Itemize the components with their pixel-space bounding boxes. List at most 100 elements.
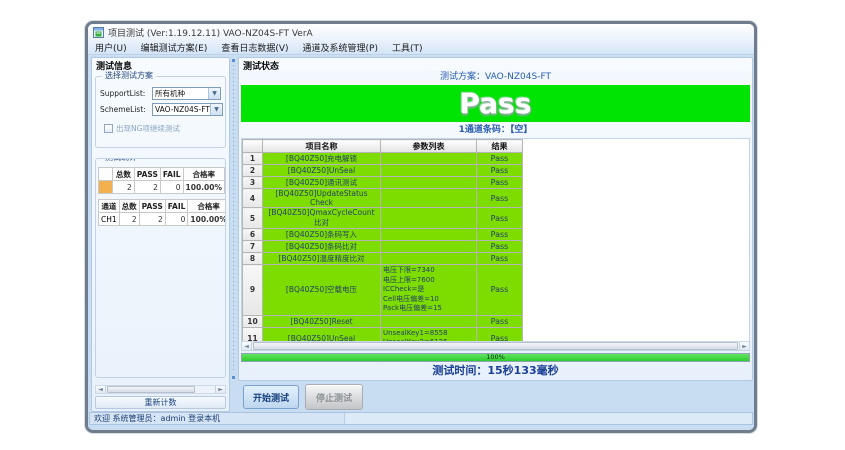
item-result: Pass — [477, 241, 523, 253]
stat-header: FAIL — [165, 200, 188, 213]
menu-channel-system[interactable]: 通道及系统管理(P) — [296, 41, 385, 54]
stat-total: 2 — [112, 181, 134, 194]
item-number: 4 — [243, 189, 263, 208]
stat-header — [99, 168, 113, 181]
item-number: 2 — [243, 165, 263, 177]
test-item-row[interactable]: 2 [BQ40Z50]UnSeal Pass — [243, 165, 523, 177]
item-params — [381, 189, 477, 208]
schemelist-select[interactable]: VAO-NZ04S-FT ▼ — [152, 103, 223, 116]
splitter-dots — [233, 65, 234, 373]
stat-total: 2 — [119, 213, 139, 226]
item-params — [381, 229, 477, 241]
item-name: [BQ40Z50]Reset — [263, 315, 381, 327]
stat-pass: 2 — [139, 213, 165, 226]
window-title: 项目测试 (Ver:1.19.12.11) VAO-NZ04S-FT VerA — [108, 26, 313, 39]
menu-edit-scheme[interactable]: 编辑测试方案(E) — [134, 41, 215, 54]
status-spacer — [345, 413, 752, 424]
test-item-row[interactable]: 6 [BQ40Z50]条码写入 Pass — [243, 229, 523, 241]
channel-stats-table: 通道 总数 PASS FAIL 合格率 温度 CH1 2 2 0 100.00% — [98, 199, 226, 226]
continue-on-ng-label: 出现NG项继续测试 — [116, 123, 180, 134]
stat-header: PASS — [134, 168, 160, 181]
panel-splitter[interactable] — [230, 57, 237, 381]
test-items-table: 项目名称 参数列表 结果 1 [BQ40Z50]充电解锁 Pass 2 [BQ4… — [242, 139, 523, 350]
item-result: Pass — [477, 265, 523, 316]
scroll-left-icon[interactable]: ◄ — [96, 386, 106, 393]
item-name: [BQ40Z50]条码比对 — [263, 241, 381, 253]
chevron-down-icon[interactable]: ▼ — [210, 104, 222, 115]
stat-fail: 0 — [160, 181, 183, 194]
menu-bar: 用户(U) 编辑测试方案(E) 查看日志数据(V) 通道及系统管理(P) 工具(… — [88, 41, 754, 55]
item-number: 6 — [243, 229, 263, 241]
supportlist-label: SupportList: — [100, 89, 152, 98]
menu-user[interactable]: 用户(U) — [88, 41, 134, 54]
scroll-thumb[interactable] — [253, 342, 738, 350]
item-name: [BQ40Z50]温度精度比对 — [263, 253, 381, 265]
item-name: [BQ40Z50]空载电压 — [263, 265, 381, 316]
items-header-name: 项目名称 — [263, 140, 381, 153]
test-item-row[interactable]: 5 [BQ40Z50]QmaxCycleCount比对 Pass — [243, 208, 523, 229]
stat-fail: 0 — [165, 213, 188, 226]
chevron-down-icon[interactable]: ▼ — [208, 88, 220, 99]
channel-barcode-line: 1通道条码：【空】 — [241, 124, 750, 137]
stat-indicator-cell — [99, 181, 113, 194]
start-test-button[interactable]: 开始测试 — [243, 385, 299, 409]
schemelist-value: VAO-NZ04S-FT — [153, 105, 210, 114]
test-time-line: 测试时间：15秒133毫秒 — [241, 363, 750, 379]
app-window: 项目测试 (Ver:1.19.12.11) VAO-NZ04S-FT VerA … — [85, 21, 757, 433]
test-items-listview: 项目名称 参数列表 结果 1 [BQ40Z50]充电解锁 Pass 2 [BQ4… — [241, 138, 750, 351]
item-result: Pass — [477, 315, 523, 327]
menu-view-log[interactable]: 查看日志数据(V) — [214, 41, 295, 54]
item-number: 1 — [243, 153, 263, 165]
test-item-row[interactable]: 4 [BQ40Z50]UpdateStatus Check Pass — [243, 189, 523, 208]
test-stats-group: 测试统计 总数 PASS FAIL 合格率 2 2 0 — [95, 158, 226, 378]
continue-on-ng-checkbox[interactable] — [104, 124, 113, 133]
item-name: [BQ40Z50]充电解锁 — [263, 153, 381, 165]
schemelist-label: SchemeList: — [100, 105, 152, 114]
items-header-no — [243, 140, 263, 153]
item-params — [381, 208, 477, 229]
item-result: Pass — [477, 153, 523, 165]
scroll-thumb[interactable] — [107, 386, 195, 393]
test-status-panel: 测试状态 测试方案：VAO-NZ04S-FT Pass 1通道条码：【空】 项目… — [238, 57, 753, 381]
supportlist-select[interactable]: 所有机种 ▼ — [152, 87, 221, 100]
item-result: Pass — [477, 253, 523, 265]
scroll-right-icon[interactable]: ► — [215, 386, 225, 393]
items-header-params: 参数列表 — [381, 140, 477, 153]
stat-header: 合格率 — [183, 168, 224, 181]
result-text: Pass — [460, 90, 532, 118]
stat-rate: 100.00% — [183, 181, 224, 194]
menu-tools[interactable]: 工具(T) — [385, 41, 430, 54]
item-result: Pass — [477, 165, 523, 177]
scroll-right-icon[interactable]: ► — [739, 342, 749, 350]
test-item-row[interactable]: 10 [BQ40Z50]Reset Pass — [243, 315, 523, 327]
stat-pass: 2 — [134, 181, 160, 194]
app-icon — [93, 27, 104, 38]
stat-header: 总数 — [119, 200, 139, 213]
item-name: [BQ40Z50]UnSeal — [263, 165, 381, 177]
splitter-nub — [232, 376, 235, 379]
scheme-group-title: 选择测试方案 — [102, 71, 156, 81]
scroll-left-icon[interactable]: ◄ — [242, 342, 252, 350]
item-params — [381, 241, 477, 253]
status-bar: 欢迎 系统管理员：admin 登录本机 — [89, 412, 753, 425]
item-name: [BQ40Z50]条码写入 — [263, 229, 381, 241]
test-item-row[interactable]: 1 [BQ40Z50]充电解锁 Pass — [243, 153, 523, 165]
test-item-row[interactable]: 3 [BQ40Z50]通讯测试 Pass — [243, 177, 523, 189]
list-horizontal-scrollbar[interactable]: ◄ ► — [242, 341, 749, 350]
test-item-row[interactable]: 9 [BQ40Z50]空载电压 电压下限=7340 电压上限=7600 ICCh… — [243, 265, 523, 316]
stats-group-title: 测试统计 — [102, 158, 140, 163]
item-params: 电压下限=7340 电压上限=7600 ICCheck=是 Cell电压偏差=1… — [381, 265, 477, 316]
main-area: 测试信息 选择测试方案 SupportList: 所有机种 ▼ SchemeLi… — [88, 56, 754, 430]
total-stats-table: 总数 PASS FAIL 合格率 2 2 0 100.00% — [98, 167, 225, 194]
item-name: [BQ40Z50]UpdateStatus Check — [263, 189, 381, 208]
item-result: Pass — [477, 177, 523, 189]
item-number: 10 — [243, 315, 263, 327]
item-name: [BQ40Z50]QmaxCycleCount比对 — [263, 208, 381, 229]
item-name: [BQ40Z50]通讯测试 — [263, 177, 381, 189]
item-number: 8 — [243, 253, 263, 265]
left-horizontal-scrollbar[interactable]: ◄ ► — [95, 385, 226, 394]
item-params — [381, 253, 477, 265]
test-item-row[interactable]: 7 [BQ40Z50]条码比对 Pass — [243, 241, 523, 253]
scheme-line: 测试方案：VAO-NZ04S-FT — [241, 71, 750, 84]
test-item-row[interactable]: 8 [BQ40Z50]温度精度比对 Pass — [243, 253, 523, 265]
